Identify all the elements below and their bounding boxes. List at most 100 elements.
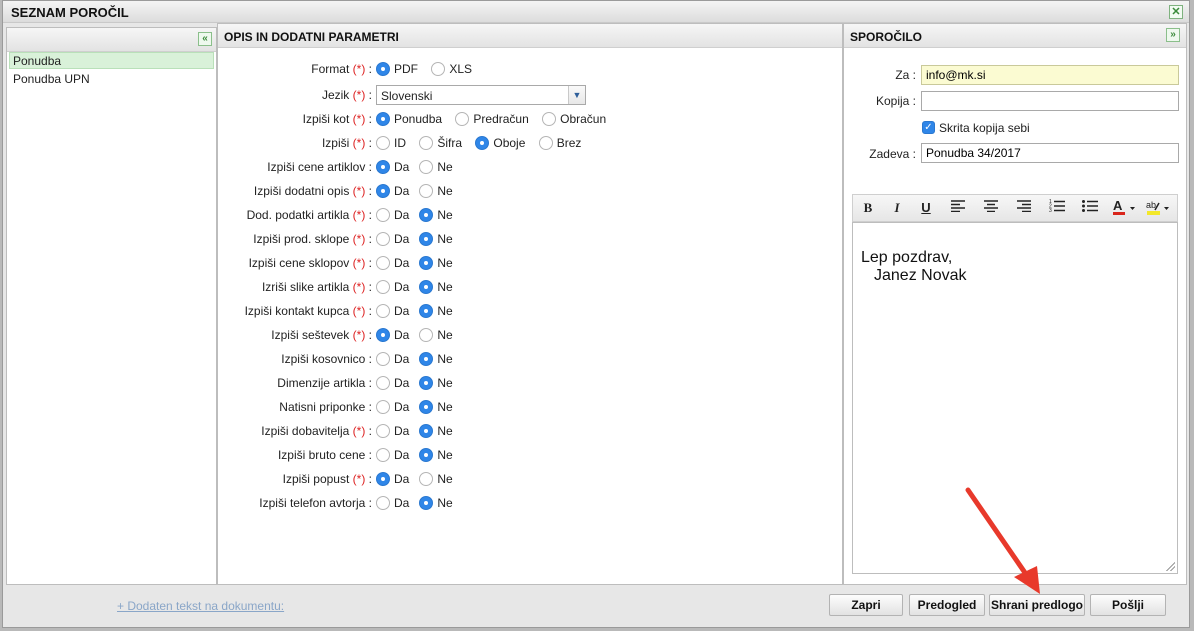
format-pdf-radio[interactable]: PDF [376,59,418,79]
param-no-radio[interactable]: Ne [419,157,453,177]
format-label: Format (*) : [311,62,372,76]
param-label: Dod. podatki artikla (*) : [246,208,372,222]
param-row: Izpiši kosovnico : Da Ne [218,349,638,369]
resize-handle-icon[interactable] [1166,562,1175,571]
svg-text:ab: ab [1146,200,1156,210]
za-label: Za : [895,68,916,82]
save-template-button[interactable]: Shrani predlogo [989,594,1085,616]
param-label: Izpiši bruto cene : [277,448,372,462]
report-item-ponudba[interactable]: Ponudba [9,52,214,69]
bullet-list-icon[interactable] [1079,199,1101,217]
report-list-header: « [7,28,216,52]
param-label: Izriši slike artikla (*) : [261,280,372,294]
param-row: Izriši slike artikla (*) : Da Ne [218,277,638,297]
close-button[interactable]: Zapri [829,594,903,616]
svg-text:3: 3 [1049,208,1052,212]
param-no-radio[interactable]: Ne [419,325,453,345]
param-no-radio[interactable]: Ne [419,469,453,489]
underline-icon[interactable]: U [915,199,937,217]
param-no-radio[interactable]: Ne [419,181,453,201]
param-no-radio[interactable]: Ne [419,205,453,225]
bcc-checkbox[interactable]: ✓ [922,121,935,134]
body-line-signature: Janez Novak [874,267,967,284]
za-field[interactable] [921,65,1179,85]
highlight-color-icon[interactable]: ab [1145,199,1173,217]
italic-icon[interactable]: I [886,199,908,217]
report-item-ponudba-upn[interactable]: Ponudba UPN [9,70,214,87]
format-xls-radio[interactable]: XLS [431,59,472,79]
send-button[interactable]: Pošlji [1090,594,1166,616]
izpisi-label: Izpiši (*) : [321,136,372,150]
izpisi-sifra-radio[interactable]: Šifra [419,133,462,153]
align-right-icon[interactable] [1013,199,1035,217]
param-label: Izpiši cene sklopov (*) : [248,256,372,270]
param-row: Izpiši prod. sklope (*) : Da Ne [218,229,638,249]
izpisi-oboje-radio[interactable]: Oboje [475,133,525,153]
align-left-icon[interactable] [947,199,969,217]
izpisi-id-radio[interactable]: ID [376,133,406,153]
param-label: Izpiši dodatni opis (*) : [253,184,372,198]
additional-text-link[interactable]: + Dodaten tekst na dokumentu: [117,599,284,613]
param-yes-radio[interactable]: Da [376,397,409,417]
params-panel: OPIS IN DODATNI PARAMETRI Format (*) : P… [217,23,843,585]
collapse-left-icon[interactable]: « [198,32,212,46]
message-editor[interactable]: Lep pozdrav, Janez Novak [852,222,1178,574]
param-yes-radio[interactable]: Da [376,181,409,201]
param-label: Izpiši prod. sklope (*) : [253,232,372,246]
param-no-radio[interactable]: Ne [419,253,453,273]
param-yes-radio[interactable]: Da [376,349,409,369]
param-yes-radio[interactable]: Da [376,325,409,345]
param-yes-radio[interactable]: Da [376,253,409,273]
param-no-radio[interactable]: Ne [419,421,453,441]
param-row: Izpiši telefon avtorja : Da Ne [218,493,638,513]
izpisi-kot-label: Izpiši kot (*) : [302,112,372,126]
param-no-radio[interactable]: Ne [419,277,453,297]
param-yes-radio[interactable]: Da [376,229,409,249]
param-label: Izpiši telefon avtorja : [259,496,372,510]
param-no-radio[interactable]: Ne [419,349,453,369]
chevron-down-icon: ▼ [568,86,585,104]
collapse-right-icon[interactable]: » [1166,28,1180,42]
izpisi-kot-ponudba-radio[interactable]: Ponudba [376,109,442,129]
jezik-row: Jezik (*) : Slovenski ▼ [218,85,638,105]
report-list-panel: « Ponudba Ponudba UPN [6,27,217,585]
close-icon[interactable]: ✕ [1169,5,1183,19]
text-color-icon[interactable]: A [1111,198,1139,217]
jezik-select[interactable]: Slovenski ▼ [376,85,586,105]
ordered-list-icon[interactable]: 123 [1046,199,1068,217]
izpisi-brez-radio[interactable]: Brez [538,133,581,153]
param-yes-radio[interactable]: Da [376,493,409,513]
izpisi-kot-predracun-radio[interactable]: Predračun [455,109,529,129]
param-yes-radio[interactable]: Da [376,157,409,177]
param-yes-radio[interactable]: Da [376,445,409,465]
kopija-field[interactable] [921,91,1179,111]
param-no-radio[interactable]: Ne [419,229,453,249]
preview-button[interactable]: Predogled [909,594,985,616]
param-yes-radio[interactable]: Da [376,301,409,321]
param-row: Izpiši popust (*) : Da Ne [218,469,638,489]
param-label: Izpiši cene artiklov : [267,160,372,174]
param-yes-radio[interactable]: Da [376,373,409,393]
param-no-radio[interactable]: Ne [419,397,453,417]
param-row: Natisni priponke : Da Ne [218,397,638,417]
zadeva-field[interactable] [921,143,1179,163]
param-no-radio[interactable]: Ne [419,373,453,393]
param-no-radio[interactable]: Ne [419,445,453,465]
message-title: SPOROČILO [850,30,923,44]
param-no-radio[interactable]: Ne [419,493,453,513]
param-label: Dimenzije artikla : [277,376,372,390]
params-body: Format (*) : PDF XLS Jezik (*) : Slovens… [218,59,842,584]
bcc-label: Skrita kopija sebi [939,121,1030,135]
param-yes-radio[interactable]: Da [376,205,409,225]
param-yes-radio[interactable]: Da [376,421,409,441]
param-no-radio[interactable]: Ne [419,301,453,321]
bold-icon[interactable]: B [857,199,879,217]
svg-text:A: A [1113,199,1123,213]
izpisi-kot-obracun-radio[interactable]: Obračun [542,109,606,129]
kopija-label: Kopija : [875,94,916,108]
param-yes-radio[interactable]: Da [376,277,409,297]
param-yes-radio[interactable]: Da [376,469,409,489]
report-dialog: SEZNAM POROČIL ✕ « Ponudba Ponudba UPN O… [2,0,1190,628]
align-center-icon[interactable] [980,199,1002,217]
izpisi-kot-row: Izpiši kot (*) : Ponudba Predračun Obrač… [218,109,638,129]
